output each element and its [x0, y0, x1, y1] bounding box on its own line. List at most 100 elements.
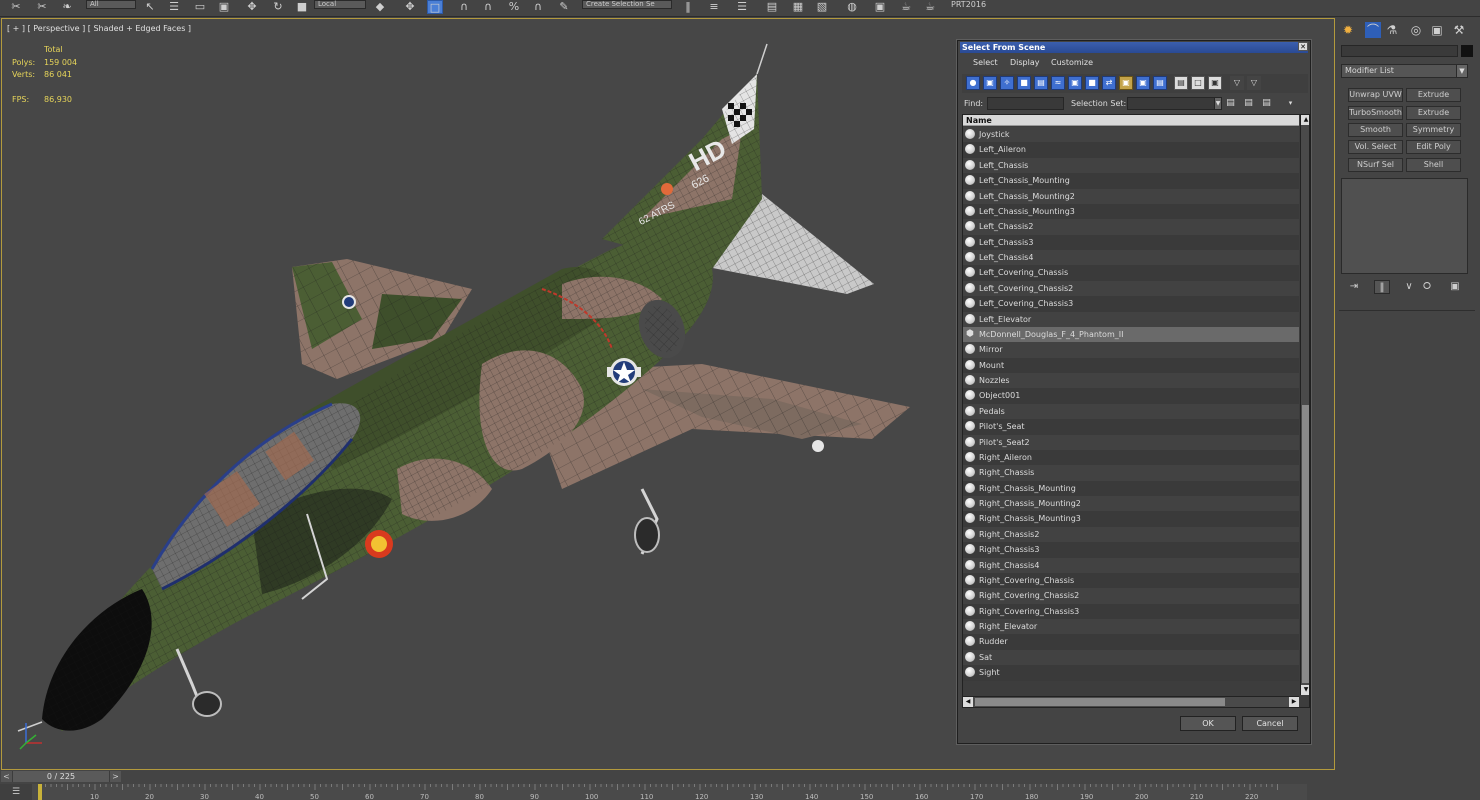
move-icon[interactable]: ✥	[244, 0, 260, 14]
list-item[interactable]: Left_Chassis3	[963, 234, 1299, 250]
named-selection-set-dropdown[interactable]: Create Selection Se	[582, 0, 672, 9]
selection-set-dropdown[interactable]	[1127, 97, 1215, 110]
render-setup-icon[interactable]: ▣	[872, 0, 888, 14]
display-geometry-icon[interactable]: ●	[966, 76, 980, 90]
list-item[interactable]: Pilot's_Seat	[963, 419, 1299, 435]
list-item[interactable]: Right_Aileron	[963, 449, 1299, 466]
schematic-view-icon[interactable]: ▧	[814, 0, 830, 14]
horizontal-scrollbar[interactable]: ◀ ▶	[963, 696, 1299, 707]
object-color-swatch[interactable]	[1461, 45, 1473, 57]
display-hidden-icon[interactable]: ▤	[1153, 76, 1167, 90]
display-xrefs-icon[interactable]: ■	[1085, 76, 1099, 90]
list-item[interactable]: Pedals	[963, 403, 1299, 420]
list-item[interactable]: Right_Chassis4	[963, 557, 1299, 573]
display-helpers-icon[interactable]: ▤	[1034, 76, 1048, 90]
viewport-label[interactable]: [ + ] [ Perspective ] [ Shaded + Edged F…	[7, 24, 191, 33]
list-item[interactable]: Left_Covering_Chassis	[963, 265, 1299, 281]
list-item[interactable]: Left_Chassis4	[963, 250, 1299, 266]
rectangle-select-icon[interactable]: ▭	[192, 0, 208, 14]
make-unique-icon[interactable]: ∨	[1401, 280, 1417, 294]
close-icon[interactable]: ✕	[1298, 42, 1308, 51]
pivot-center-icon[interactable]: ◆	[372, 0, 388, 14]
select-manipulate-icon[interactable]: ✥	[402, 0, 418, 14]
modifier-stack[interactable]	[1341, 178, 1468, 274]
scale-icon[interactable]: ■	[294, 0, 310, 14]
list-item[interactable]: Right_Chassis	[963, 465, 1299, 481]
list-item[interactable]: Left_Chassis_Mounting3	[963, 203, 1299, 220]
scroll-right-icon[interactable]: ▶	[1289, 697, 1299, 707]
list-item[interactable]: Joystick	[963, 127, 1299, 143]
create-selection-set-icon[interactable]: ▤	[1224, 97, 1237, 110]
scene-object-list[interactable]: Name Joystick Left_Aileron Left_Chassis Lef…	[962, 114, 1310, 708]
display-groups-icon[interactable]: ▣	[1068, 76, 1082, 90]
previous-frame-icon[interactable]: <	[1, 771, 12, 782]
list-item[interactable]: Sight	[963, 665, 1299, 681]
modifier-smooth-button[interactable]: Smooth	[1348, 123, 1403, 137]
modifier-list-dropdown[interactable]: Modifier List	[1341, 64, 1468, 78]
motion-tab-icon[interactable]: ◎	[1408, 22, 1424, 38]
hierarchy-tab-icon[interactable]: ⚗	[1384, 22, 1400, 38]
menu-display[interactable]: Display	[1010, 58, 1040, 67]
modifier-symmetry-button[interactable]: Symmetry	[1406, 123, 1461, 137]
material-editor-icon[interactable]: ◍	[844, 0, 860, 14]
window-crossing-icon[interactable]: ▣	[216, 0, 232, 14]
mirror-icon[interactable]: ‖	[680, 0, 696, 14]
chevron-down-icon[interactable]: ▼	[1214, 97, 1222, 110]
angle-snap-icon[interactable]: ∩	[480, 0, 496, 14]
pin-stack-icon[interactable]: ⇥	[1346, 280, 1362, 294]
cancel-button[interactable]: Cancel	[1242, 716, 1298, 731]
modifier-turbosmooth-button[interactable]: TurboSmooth	[1348, 106, 1403, 120]
scroll-up-icon[interactable]: ▲	[1301, 115, 1309, 125]
display-invert-icon[interactable]: ▣	[1208, 76, 1222, 90]
column-header-name[interactable]: Name	[963, 115, 1299, 126]
display-lights-icon[interactable]: ✧	[1000, 76, 1014, 90]
object-name-field[interactable]	[1341, 45, 1458, 57]
rotate-icon[interactable]: ↻	[270, 0, 286, 14]
list-item[interactable]: Left_Chassis_Mounting2	[963, 188, 1299, 204]
trackbar[interactable]: 10 20 30 40 50 60 70 80 90 100 110 120 130 140 150 160 1…	[32, 784, 1307, 800]
toolbar-overflow-icon[interactable]: ▾	[1284, 97, 1297, 110]
list-item[interactable]: Mount	[963, 357, 1299, 373]
modifier-vol-select-button[interactable]: Vol. Select	[1348, 140, 1403, 154]
filter-options-icon[interactable]: ▽	[1247, 76, 1261, 90]
list-item[interactable]: Left_Chassis2	[963, 219, 1299, 235]
unlink-icon[interactable]: ✂	[34, 0, 50, 14]
list-item[interactable]: Pilot's_Seat2	[963, 434, 1299, 450]
bind-space-warp-icon[interactable]: ❧	[59, 0, 75, 14]
display-tab-icon[interactable]: ▣	[1429, 22, 1445, 38]
remove-modifier-icon[interactable]: ⭘	[1419, 280, 1435, 294]
list-item[interactable]: Sat	[963, 649, 1299, 666]
next-frame-icon[interactable]: >	[110, 771, 121, 782]
reference-coord-dropdown[interactable]: Local	[314, 0, 366, 9]
scroll-left-icon[interactable]: ◀	[963, 697, 973, 707]
render-production-icon[interactable]: ☕	[922, 0, 938, 14]
link-icon[interactable]: ✂	[8, 0, 24, 14]
select-by-name-icon[interactable]: ☰	[166, 0, 182, 14]
scroll-down-icon[interactable]: ▼	[1301, 685, 1309, 695]
edit-named-selection-icon[interactable]: ✎	[556, 0, 572, 14]
menu-customize[interactable]: Customize	[1051, 58, 1093, 67]
remove-from-selection-set-icon[interactable]: ▤	[1260, 97, 1273, 110]
list-item[interactable]: Nozzles	[963, 373, 1299, 389]
align-icon[interactable]: ≡	[706, 0, 722, 14]
list-item[interactable]: Right_Chassis3	[963, 542, 1299, 558]
modifier-edit-poly-button[interactable]: Edit Poly	[1406, 140, 1461, 154]
display-space-warps-icon[interactable]: ≈	[1051, 76, 1065, 90]
chevron-down-icon[interactable]: ▼	[1456, 64, 1468, 78]
utilities-tab-icon[interactable]: ⚒	[1451, 22, 1467, 38]
list-item[interactable]: Right_Elevator	[963, 619, 1299, 635]
list-item[interactable]: Left_Elevator	[963, 311, 1299, 327]
vertical-scrollbar[interactable]: ▲ ▼	[1300, 115, 1309, 695]
list-item[interactable]: Right_Covering_Chassis2	[963, 588, 1299, 604]
display-bones-icon[interactable]: ⇄	[1102, 76, 1116, 90]
select-object-icon[interactable]: ↖	[142, 0, 158, 14]
modifier-extrude-button[interactable]: Extrude	[1406, 88, 1461, 102]
list-item[interactable]: Left_Covering_Chassis3	[963, 296, 1299, 312]
configure-modifier-sets-icon[interactable]: ▣	[1447, 280, 1463, 294]
modifier-extrude2-button[interactable]: Extrude	[1406, 106, 1461, 120]
modify-tab-icon[interactable]: ⌒	[1365, 22, 1381, 38]
frame-counter[interactable]: 0 / 225	[13, 771, 109, 782]
render-frame-icon[interactable]: ☕	[898, 0, 914, 14]
display-none-icon[interactable]: □	[1191, 76, 1205, 90]
display-shapes-icon[interactable]: ▣	[983, 76, 997, 90]
